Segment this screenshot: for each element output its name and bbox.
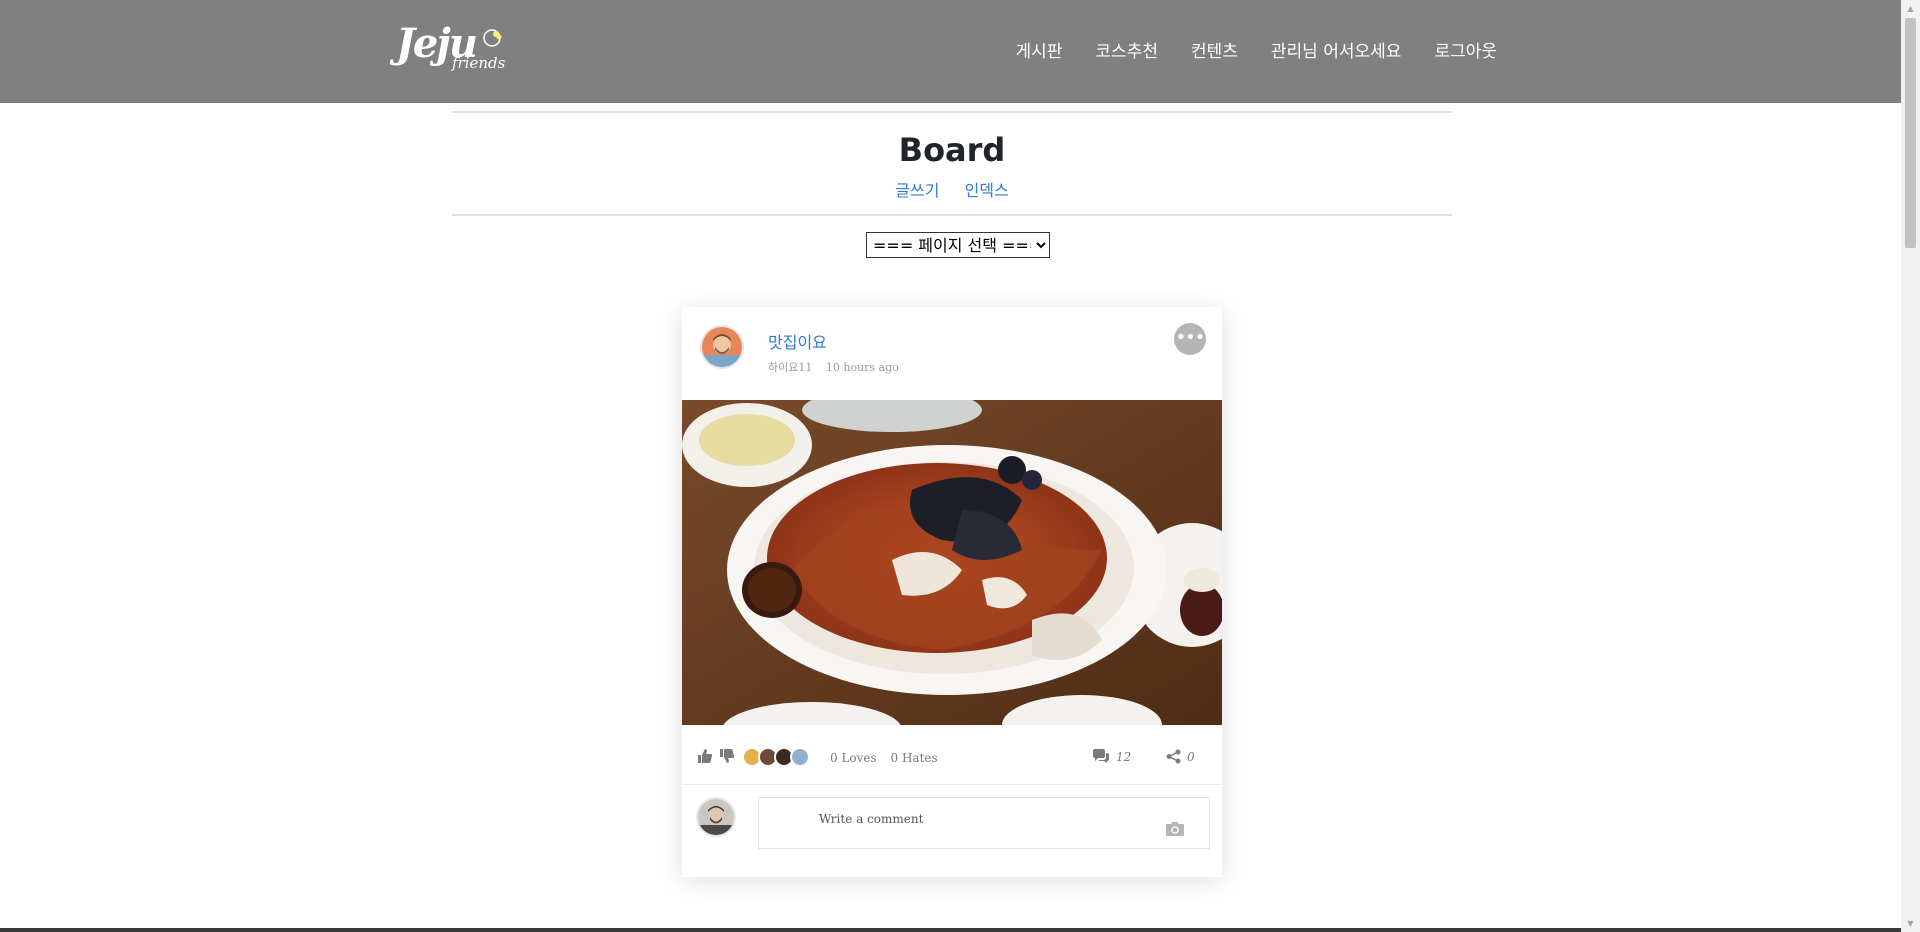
flower-icon bbox=[483, 29, 502, 47]
shares-count: 0 bbox=[1187, 749, 1195, 764]
reactor-avatars[interactable] bbox=[742, 747, 810, 767]
thumbs-up-icon[interactable] bbox=[696, 747, 714, 765]
board-links: 글쓰기 인덱스 bbox=[452, 177, 1452, 201]
comments-count: 12 bbox=[1116, 749, 1132, 764]
reactor-avatar bbox=[790, 747, 810, 767]
avatar[interactable] bbox=[696, 797, 736, 837]
page-select[interactable]: === 페이지 선택 === bbox=[866, 232, 1050, 258]
comment-input[interactable]: Write a comment bbox=[758, 797, 1210, 849]
comments-stat[interactable]: 12 bbox=[1092, 749, 1131, 764]
ellipsis-icon: ••• bbox=[1175, 327, 1206, 348]
post-card: 맛집이요 하이요11 10 hours ago ••• 0 Loves 0 Ha… bbox=[682, 307, 1222, 877]
nav-item-logout[interactable]: 로그아웃 bbox=[1434, 37, 1497, 62]
nav-item-contents[interactable]: 컨텐츠 bbox=[1191, 37, 1238, 62]
camera-icon[interactable] bbox=[1164, 820, 1186, 838]
post-time: 10 hours ago bbox=[825, 361, 899, 374]
commenter-avatar-image bbox=[698, 799, 734, 835]
share-stat[interactable]: 0 bbox=[1166, 749, 1195, 764]
scroll-thumb[interactable] bbox=[1905, 18, 1916, 248]
logo-subtext: friends bbox=[452, 54, 506, 72]
post-author[interactable]: 하이요11 bbox=[768, 361, 812, 374]
author-avatar-image bbox=[702, 327, 742, 367]
nav-item-course[interactable]: 코스추천 bbox=[1095, 37, 1158, 62]
index-link[interactable]: 인덱스 bbox=[965, 181, 1009, 200]
reaction-counts: 0 Loves 0 Hates bbox=[830, 751, 948, 765]
nav-item-board[interactable]: 게시판 bbox=[1016, 37, 1063, 62]
nav-menu: 게시판 코스추천 컨텐츠 관리님 어서오세요 로그아웃 bbox=[1016, 37, 1498, 62]
thumbs-down-icon[interactable] bbox=[718, 747, 736, 765]
post-title[interactable]: 맛집이요 bbox=[768, 329, 827, 353]
nav-item-admin-greeting[interactable]: 관리님 어서오세요 bbox=[1271, 37, 1402, 62]
site-logo[interactable]: Jeju friends bbox=[396, 20, 508, 76]
write-link[interactable]: 글쓰기 bbox=[895, 181, 939, 200]
board-header: Board 글쓰기 인덱스 bbox=[452, 111, 1452, 216]
food-photo bbox=[682, 400, 1222, 725]
comment-row: Write a comment bbox=[682, 785, 1222, 877]
post-meta: 하이요11 10 hours ago bbox=[768, 359, 899, 375]
hates-count: 0 Hates bbox=[890, 751, 938, 765]
post-actions: 0 Loves 0 Hates 12 0 bbox=[682, 725, 1222, 785]
avatar[interactable] bbox=[700, 325, 744, 369]
post-image[interactable] bbox=[682, 400, 1222, 725]
bottom-strip bbox=[0, 928, 1901, 932]
top-navbar: Jeju friends 게시판 코스추천 컨텐츠 관리님 어서오세요 로그아웃 bbox=[0, 0, 1901, 103]
page: Jeju friends 게시판 코스추천 컨텐츠 관리님 어서오세요 로그아웃… bbox=[0, 0, 1920, 932]
share-icon bbox=[1166, 749, 1181, 764]
vertical-scrollbar[interactable]: ▲ ▼ bbox=[1901, 0, 1920, 932]
loves-count: 0 Loves bbox=[830, 751, 877, 765]
more-options-button[interactable]: ••• bbox=[1174, 323, 1206, 355]
page-title: Board bbox=[898, 131, 1006, 169]
scroll-up-arrow-icon[interactable]: ▲ bbox=[1901, 0, 1920, 17]
comments-icon bbox=[1093, 749, 1109, 763]
scroll-down-arrow-icon[interactable]: ▼ bbox=[1901, 915, 1920, 932]
